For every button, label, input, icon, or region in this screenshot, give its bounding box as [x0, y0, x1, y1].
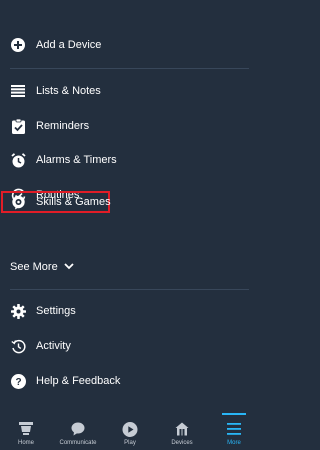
- hamburger-menu-icon: [227, 422, 241, 440]
- svg-text:?: ?: [15, 377, 21, 388]
- tab-communicate-label: Communicate: [59, 440, 97, 446]
- bottom-tab-bar: Home Communicate Play Devices More: [0, 413, 261, 450]
- add-device-label: Add a Device: [36, 39, 102, 51]
- lists-notes-label: Lists & Notes: [36, 85, 101, 97]
- history-icon: [10, 338, 26, 354]
- question-circle-icon: ?: [10, 373, 26, 389]
- more-menu: Add a Device Lists & Notes Reminders Ala…: [0, 0, 261, 412]
- add-device-item[interactable]: Add a Device: [0, 28, 250, 62]
- alarms-timers-item[interactable]: Alarms & Timers: [0, 143, 250, 177]
- lists-notes-item[interactable]: Lists & Notes: [0, 74, 250, 108]
- play-icon: [122, 422, 138, 442]
- settings-label: Settings: [36, 305, 76, 317]
- divider: [10, 289, 249, 290]
- speech-bubble-icon: [71, 422, 85, 441]
- tab-devices-label: Devices: [171, 440, 193, 446]
- devices-house-icon: [175, 422, 189, 441]
- reminders-label: Reminders: [36, 120, 90, 132]
- reminders-item[interactable]: Reminders: [0, 109, 250, 143]
- plus-circle-icon: [10, 37, 26, 53]
- tab-play-label: Play: [124, 440, 136, 446]
- gear-icon: [10, 303, 26, 319]
- tab-home[interactable]: Home: [0, 413, 52, 450]
- alarms-timers-label: Alarms & Timers: [36, 154, 117, 166]
- clipboard-check-icon: [10, 118, 26, 134]
- tab-home-label: Home: [17, 440, 34, 446]
- activity-item[interactable]: Activity: [0, 329, 250, 363]
- tab-communicate[interactable]: Communicate: [52, 413, 104, 450]
- skills-bubble-icon: [10, 194, 26, 210]
- tab-more[interactable]: More: [208, 413, 260, 450]
- tab-play[interactable]: Play: [104, 413, 156, 450]
- skills-games-label: Skills & Games: [36, 196, 111, 208]
- tab-devices[interactable]: Devices: [156, 413, 208, 450]
- help-feedback-label: Help & Feedback: [36, 375, 121, 387]
- see-more-label: See More: [10, 261, 58, 273]
- help-feedback-item[interactable]: ? Help & Feedback: [0, 364, 250, 398]
- settings-item[interactable]: Settings: [0, 294, 250, 328]
- activity-label: Activity: [36, 340, 71, 352]
- active-tab-indicator: [222, 413, 246, 415]
- list-icon: [10, 83, 26, 99]
- divider: [10, 68, 249, 69]
- skills-games-item[interactable]: Skills & Games: [0, 185, 250, 219]
- alarm-clock-icon: [10, 152, 26, 168]
- see-more-toggle[interactable]: See More: [10, 259, 74, 275]
- tab-more-label: More: [227, 440, 241, 446]
- chevron-down-icon: [64, 261, 74, 273]
- home-icon: [19, 422, 33, 440]
